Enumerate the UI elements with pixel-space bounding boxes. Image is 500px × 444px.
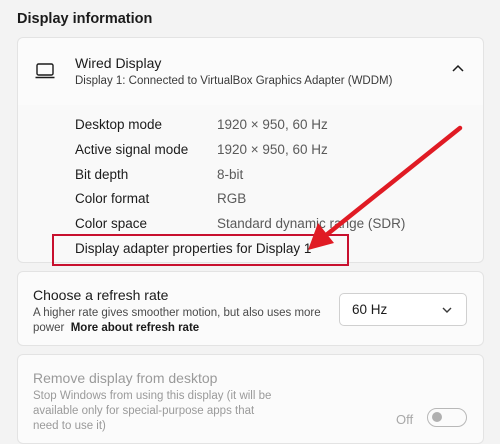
chevron-down-icon[interactable] — [441, 306, 453, 314]
monitor-icon — [35, 63, 55, 79]
section-title: Display information — [17, 11, 153, 27]
refresh-rate-description: A higher rate gives smoother motion, but… — [33, 306, 323, 336]
toggle-knob — [432, 412, 442, 422]
display-card-header[interactable] — [17, 37, 484, 106]
detail-label-color-space: Color space — [75, 216, 148, 231]
detail-label-color-format: Color format — [75, 191, 150, 206]
detail-label-desktop-mode: Desktop mode — [75, 117, 163, 132]
remove-display-description: Stop Windows from using this display (it… — [33, 390, 272, 432]
refresh-rate-selected[interactable]: 60 Hz — [352, 302, 387, 317]
detail-label-bit-depth: Bit depth — [75, 167, 129, 182]
highlight-box — [52, 234, 349, 266]
refresh-rate-title: Choose a refresh rate — [33, 287, 169, 303]
remove-display-title: Remove display from desktop — [33, 370, 218, 386]
detail-value-color-space: Standard dynamic range (SDR) — [217, 216, 406, 231]
detail-value-active-signal-mode: 1920 × 950, 60 Hz — [217, 142, 328, 157]
remove-display-toggle[interactable] — [427, 408, 467, 427]
remove-display-toggle-label: Off — [396, 412, 414, 427]
detail-value-bit-depth: 8-bit — [217, 167, 244, 182]
detail-value-desktop-mode: 1920 × 950, 60 Hz — [217, 117, 328, 132]
detail-value-color-format: RGB — [217, 191, 247, 206]
display-name: Wired Display — [75, 55, 162, 71]
detail-label-active-signal-mode: Active signal mode — [75, 142, 189, 157]
more-about-refresh-rate-link[interactable]: More about refresh rate — [71, 322, 199, 334]
display-subtitle: Display 1: Connected to VirtualBox Graph… — [75, 75, 393, 87]
chevron-up-icon[interactable] — [451, 63, 465, 73]
